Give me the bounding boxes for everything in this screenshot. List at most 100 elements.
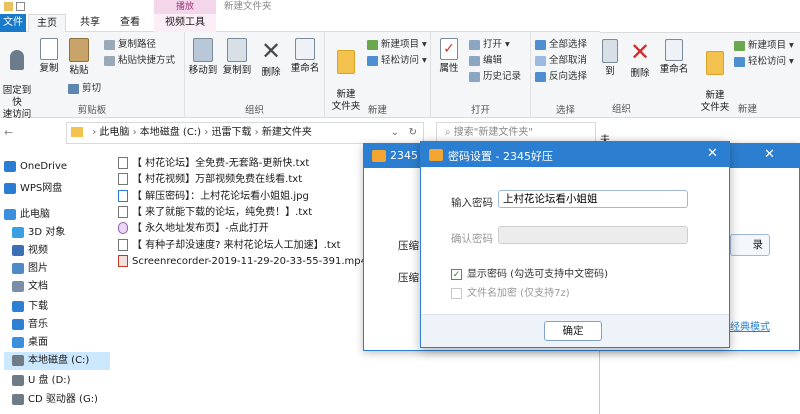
easy-access-label: 轻松访问 ▾ xyxy=(381,55,427,66)
tab-video-tools[interactable]: 视频工具 xyxy=(154,14,216,32)
easy-access-button[interactable]: 轻松访问 ▾ xyxy=(367,54,427,68)
nav-item-pictures[interactable]: 图片 xyxy=(12,260,48,278)
easy-access-button[interactable]: 轻松访问 ▾ xyxy=(734,55,794,69)
folder-icon xyxy=(337,50,355,74)
close-icon[interactable]: ✕ xyxy=(707,146,718,161)
password-input[interactable]: 上村花论坛看小姐姐 xyxy=(498,190,688,208)
nav-label: WPS网盘 xyxy=(20,183,63,194)
nav-item-music[interactable]: 音乐 xyxy=(12,316,48,334)
cut-button[interactable]: 剪切 xyxy=(68,82,101,96)
nav-item-onedrive[interactable]: OneDrive xyxy=(4,158,67,176)
nav-item-desktop[interactable]: 桌面 xyxy=(12,334,48,352)
select-all-button[interactable]: 全部选择 xyxy=(535,38,587,52)
pin-icon xyxy=(10,50,24,70)
new-item-button[interactable]: 新建项目 ▾ xyxy=(734,39,794,53)
copy-to-button[interactable]: 复制到 xyxy=(221,38,253,77)
copy-to-icon xyxy=(227,38,247,62)
quick-access-toolbar[interactable] xyxy=(4,2,44,12)
cube-icon xyxy=(12,226,24,238)
nav-label: 桌面 xyxy=(28,337,48,348)
text-file-icon xyxy=(118,206,128,218)
show-password-checkbox[interactable]: ✓ 显示密码 (勾选可支持中文密码) xyxy=(451,265,608,280)
zip-row-label: 压缩 xyxy=(398,240,419,252)
paste-label: 粘贴 xyxy=(69,65,89,76)
new-item-button[interactable]: 新建项目 ▾ xyxy=(367,38,427,52)
edit-label: 编辑 xyxy=(483,55,503,66)
nav-item-drive-d[interactable]: U 盘 (D:) xyxy=(12,372,71,390)
open-button[interactable]: 打开 ▾ xyxy=(469,38,510,52)
address-bar[interactable]: › 此电脑 › 本地磁盘 (C:) › 迅雷下载 › 新建文件夹 ⌄ ↻ xyxy=(66,122,424,144)
copy-button[interactable]: 复制 xyxy=(34,38,64,75)
browse-button[interactable]: 录 xyxy=(730,234,770,256)
move-to-button[interactable]: 移动到 xyxy=(187,38,219,77)
select-none-button[interactable]: 全部取消 xyxy=(535,54,587,68)
new-folder-button[interactable]: 新建 文件夹 xyxy=(698,39,732,114)
rename-label: 重命名 xyxy=(290,63,320,74)
copy-to-button[interactable]: 到 xyxy=(600,39,620,78)
refresh-icon[interactable]: ↻ xyxy=(409,123,417,143)
computer-icon xyxy=(4,208,16,220)
encrypt-filenames-checkbox[interactable]: 文件名加密 (仅支持7z) xyxy=(451,284,570,299)
paste-shortcut-button[interactable]: 粘贴快捷方式 xyxy=(104,54,175,68)
nav-item-drive-c[interactable]: 本地磁盘 (C:) xyxy=(4,352,110,370)
copy-path-button[interactable]: 复制路径 xyxy=(104,38,156,52)
rename-button[interactable]: 重命名 xyxy=(287,38,323,75)
nav-item-videos[interactable]: 视频 xyxy=(12,242,48,260)
invert-selection-button[interactable]: 反向选择 xyxy=(535,70,587,84)
file-item[interactable]: Screenrecorder-2019-11-29-20-33-55-391.m… xyxy=(118,253,367,271)
confirm-password-input[interactable] xyxy=(498,226,688,244)
paste-button[interactable]: 粘贴 xyxy=(64,38,94,77)
nav-item-this-pc[interactable]: 此电脑 xyxy=(4,206,50,224)
file-name: 【 来了就能下载的论坛，纯免费！】.txt xyxy=(132,207,313,218)
file-name: 【 村花视频】万部视频免费在线看.txt xyxy=(132,174,303,185)
navigation-pane: OneDrive WPS网盘 此电脑 3D 对象 视频 图片 文档 下载 音乐 … xyxy=(0,148,110,414)
drive-icon xyxy=(12,374,24,386)
show-password-label: 显示密码 (勾选可支持中文密码) xyxy=(467,269,608,280)
delete-button[interactable]: ✕ 删除 xyxy=(626,39,654,80)
paste-shortcut-icon xyxy=(104,55,115,66)
tab-share[interactable]: 共享 xyxy=(72,14,108,32)
nav-item-downloads[interactable]: 下载 xyxy=(12,298,48,316)
nav-label: 此电脑 xyxy=(20,209,50,220)
password-dialog-title: 密码设置 - 2345好压 xyxy=(448,150,553,163)
classic-mode-link[interactable]: 经典模式 xyxy=(730,318,770,333)
edit-button[interactable]: 编辑 xyxy=(469,54,502,68)
file-name: Screenrecorder-2019-11-29-20-33-55-391.m… xyxy=(132,256,367,267)
close-icon[interactable]: ✕ xyxy=(764,147,775,162)
breadcrumb-drive-c[interactable]: 本地磁盘 (C:) xyxy=(140,127,201,138)
delete-x-icon: ✕ xyxy=(260,37,282,65)
properties-button[interactable]: ✓ 属性 xyxy=(435,38,463,75)
easy-access-label: 轻松访问 ▾ xyxy=(748,56,794,67)
nav-item-drive-g[interactable]: CD 驱动器 (G:) xyxy=(12,391,98,409)
password-dialog: 密码设置 - 2345好压 ✕ 输入密码 上村花论坛看小姐姐 确认密码 ✓ 显示密… xyxy=(420,141,730,348)
document-icon xyxy=(12,280,24,292)
history-button[interactable]: 历史记录 xyxy=(469,70,521,84)
copy-icon xyxy=(40,38,58,60)
back-arrow-icon[interactable]: ← xyxy=(4,126,13,139)
breadcrumb-thunder-downloads[interactable]: 迅雷下载 xyxy=(211,127,251,138)
select-group: 全部选择 全部取消 反向选择 选择 xyxy=(531,32,600,118)
nav-item-documents[interactable]: 文档 xyxy=(12,278,48,296)
breadcrumb-this-pc[interactable]: 此电脑 xyxy=(99,127,129,138)
new-item-icon xyxy=(734,40,745,51)
select-none-icon xyxy=(535,55,546,66)
tab-file[interactable]: 文件 xyxy=(0,14,26,32)
tab-view[interactable]: 查看 xyxy=(112,14,148,32)
tab-home[interactable]: 主页 xyxy=(28,14,66,32)
copy-to-label: 复制到 xyxy=(222,65,252,76)
app-logo-icon xyxy=(372,150,386,162)
ok-button[interactable]: 确定 xyxy=(544,321,602,341)
nav-item-3d[interactable]: 3D 对象 xyxy=(12,224,65,242)
dropdown-icon[interactable]: ⌄ xyxy=(391,123,399,143)
nav-item-wps[interactable]: WPS网盘 xyxy=(4,180,62,198)
delete-button[interactable]: ✕ 删除 xyxy=(257,38,285,79)
clipboard-group: 固定到快 速访问 复制 粘贴 复制路径 粘贴快捷方式 剪切 剪贴板 xyxy=(0,32,185,120)
file-item[interactable]: 【 永久地址发布页】-点此打开 xyxy=(118,220,269,238)
text-file-icon xyxy=(118,239,128,251)
file-item[interactable]: 【 村花视频】万部视频免费在线看.txt xyxy=(118,171,302,189)
breadcrumb-new-folder[interactable]: 新建文件夹 xyxy=(262,127,312,138)
music-icon xyxy=(12,318,24,330)
search-placeholder: 搜索"新建文件夹" xyxy=(453,127,533,138)
rename-button[interactable]: 重命名 xyxy=(656,39,692,76)
encrypt-filenames-label: 文件名加密 (仅支持7z) xyxy=(467,288,570,299)
